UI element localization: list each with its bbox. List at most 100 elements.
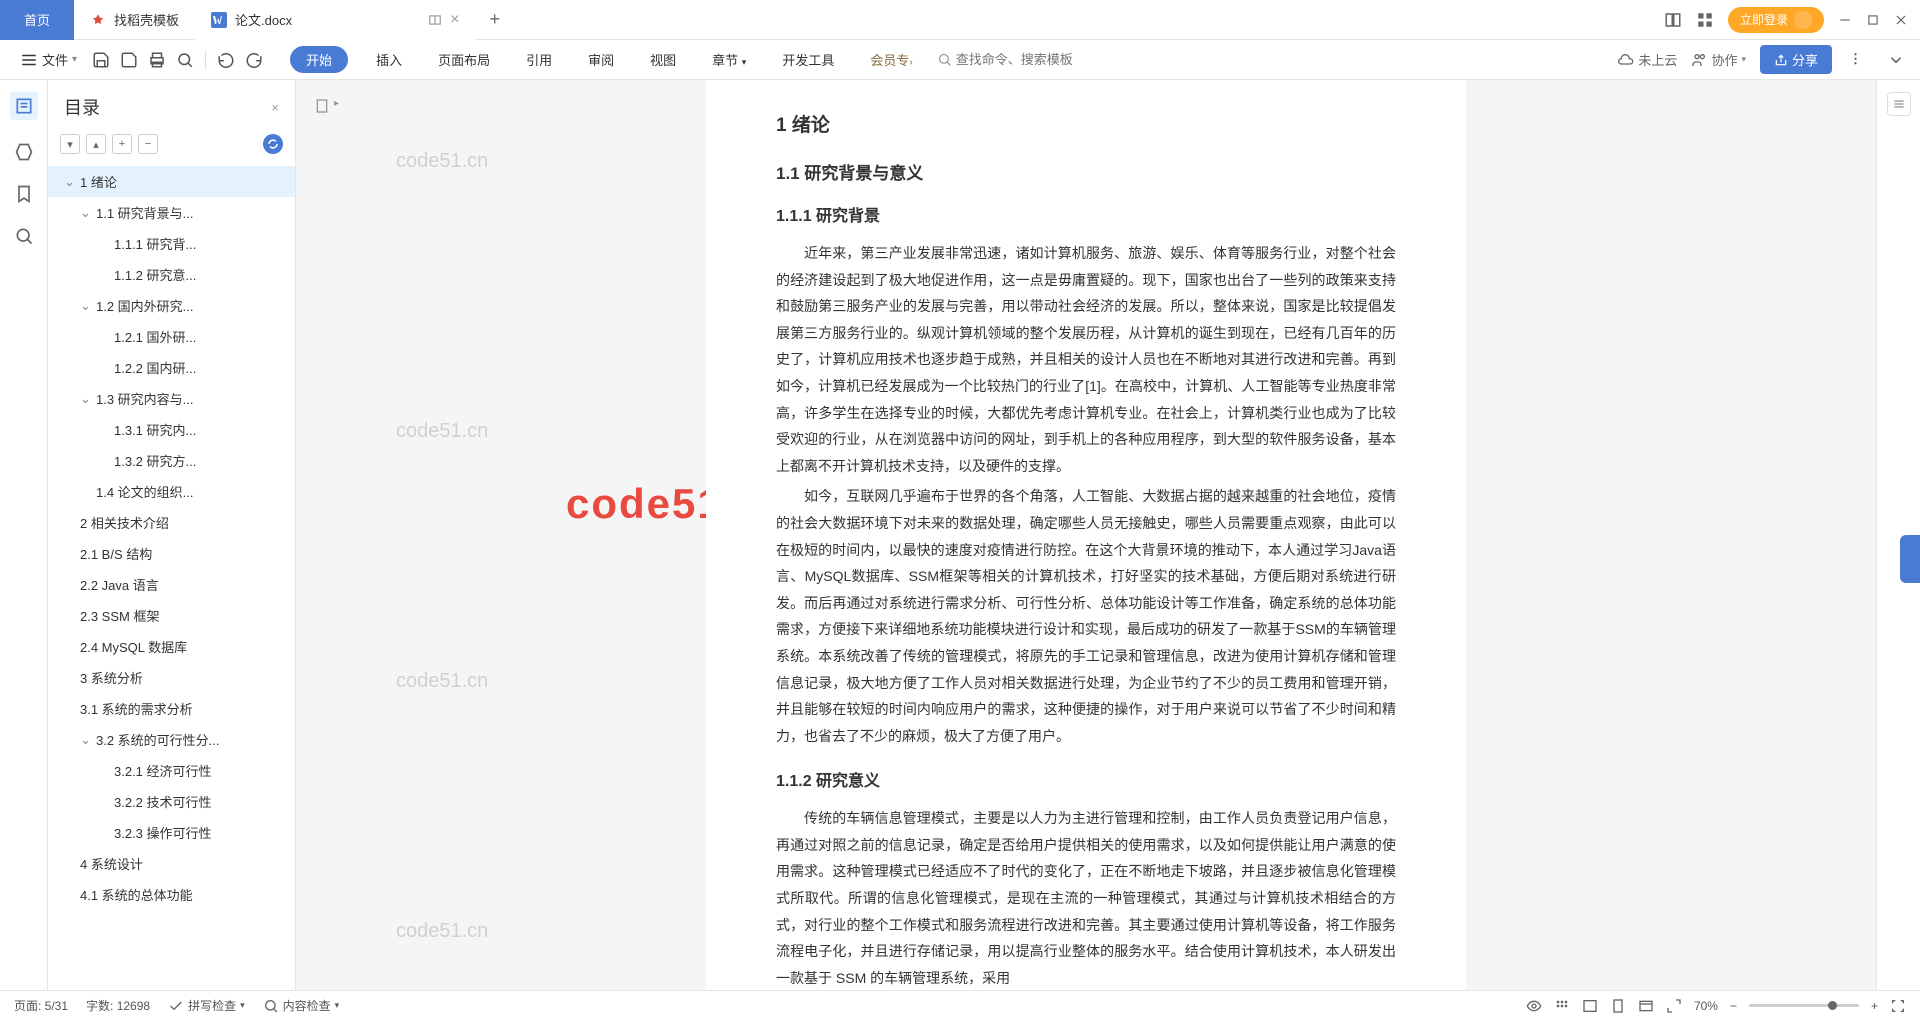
tree-item[interactable]: ⌄1 绪论	[48, 166, 295, 197]
ribbon-start[interactable]: 开始	[290, 46, 348, 73]
tree-item[interactable]: 1.3.1 研究内...	[48, 414, 295, 445]
tree-label: 2.1 B/S 结构	[80, 544, 152, 563]
maximize-icon[interactable]	[1866, 13, 1880, 27]
tree-item[interactable]: 3 系统分析	[48, 662, 295, 693]
reading-icon[interactable]	[1582, 998, 1598, 1014]
chevron-icon: ⌄	[80, 391, 94, 407]
redo-icon[interactable]	[245, 51, 263, 69]
ribbon-view[interactable]: 视图	[642, 46, 684, 73]
tree-item[interactable]: 4.1 系统的总体功能	[48, 879, 295, 910]
page-indicator[interactable]: 页面: 5/31	[14, 997, 68, 1014]
zoom-in-icon[interactable]: +	[1871, 999, 1878, 1013]
remove-item-icon[interactable]: −	[138, 134, 158, 154]
ribbon-review[interactable]: 审阅	[580, 46, 622, 73]
tree-label: 1 绪论	[80, 172, 117, 191]
watermark: code51.cn	[396, 920, 488, 943]
expand-all-icon[interactable]: ▴	[86, 134, 106, 154]
tree-item[interactable]: ⌄3.2 系统的可行性分...	[48, 724, 295, 755]
tab-document[interactable]: 论文.docx×	[195, 0, 475, 40]
grid-icon[interactable]	[1554, 998, 1570, 1014]
split-icon[interactable]	[428, 13, 442, 27]
tree-label: 4 系统设计	[80, 854, 143, 873]
outline-icon[interactable]	[10, 92, 38, 120]
collaborate-button[interactable]: 协作 ▾	[1691, 50, 1746, 69]
tree-item[interactable]: 1.2.2 国内研...	[48, 352, 295, 383]
zoom-value[interactable]: 70%	[1694, 999, 1718, 1013]
layout-icon[interactable]	[1664, 11, 1682, 29]
tree-item[interactable]: 3.2.2 技术可行性	[48, 786, 295, 817]
tree-item[interactable]: 2 相关技术介绍	[48, 507, 295, 538]
tree-item[interactable]: 2.2 Java 语言	[48, 569, 295, 600]
more-icon[interactable]: ⋮	[1849, 51, 1867, 69]
ribbon-section[interactable]: 章节 ▾	[704, 46, 754, 73]
word-count[interactable]: 字数: 12698	[86, 997, 150, 1014]
search-rail-icon[interactable]	[14, 226, 34, 246]
tree-label: 1.2.2 国内研...	[114, 358, 196, 377]
tree-label: 1.3.2 研究方...	[114, 451, 196, 470]
document-area[interactable]: ▸ code51.cn code51.cn code51.cn code51.c…	[296, 80, 1876, 990]
ribbon-vip[interactable]: 会员专›	[862, 46, 920, 73]
chevron-icon: ⌄	[64, 174, 78, 190]
close-window-icon[interactable]	[1894, 13, 1908, 27]
undo-icon[interactable]	[217, 51, 235, 69]
search-input[interactable]	[956, 52, 1132, 67]
tree-item[interactable]: 1.1.2 研究意...	[48, 259, 295, 290]
tree-item[interactable]: 2.4 MySQL 数据库	[48, 631, 295, 662]
spell-check[interactable]: 拼写检查 ▾	[168, 997, 245, 1014]
login-button[interactable]: 立即登录	[1728, 7, 1824, 33]
tree-item[interactable]: 4 系统设计	[48, 848, 295, 879]
cloud-status[interactable]: 未上云	[1618, 50, 1677, 69]
tree-item[interactable]: 1.4 论文的组织...	[48, 476, 295, 507]
tab-template[interactable]: 找稻壳模板	[74, 0, 195, 40]
right-toggle-icon[interactable]	[1887, 92, 1911, 116]
tree-item[interactable]: 3.1 系统的需求分析	[48, 693, 295, 724]
view-mode-icon[interactable]	[1526, 998, 1542, 1014]
tree-label: 3.2 系统的可行性分...	[96, 730, 220, 749]
side-tab[interactable]	[1900, 535, 1920, 583]
apps-icon[interactable]	[1696, 11, 1714, 29]
print-icon[interactable]	[148, 51, 166, 69]
tree-item[interactable]: ⌄1.1 研究背景与...	[48, 197, 295, 228]
close-icon[interactable]: ×	[450, 11, 459, 29]
tree-item[interactable]: 3.2.3 操作可行性	[48, 817, 295, 848]
tree-item[interactable]: 3.2.1 经济可行性	[48, 755, 295, 786]
tree-item[interactable]: ⌄1.2 国内外研究...	[48, 290, 295, 321]
preview-icon[interactable]	[176, 51, 194, 69]
minimize-icon[interactable]	[1838, 13, 1852, 27]
ribbon-references[interactable]: 引用	[518, 46, 560, 73]
fullscreen-icon[interactable]	[1890, 998, 1906, 1014]
ribbon-dev[interactable]: 开发工具	[774, 46, 842, 73]
tree-item[interactable]: ⌄1.3 研究内容与...	[48, 383, 295, 414]
zoom-slider[interactable]	[1749, 1004, 1859, 1007]
page-marker[interactable]: ▸	[314, 98, 339, 114]
tag-icon[interactable]	[14, 142, 34, 162]
collapse-all-icon[interactable]: ▾	[60, 134, 80, 154]
save-icon[interactable]	[92, 51, 110, 69]
ribbon-layout[interactable]: 页面布局	[430, 46, 498, 73]
tab-home[interactable]: 首页	[0, 0, 74, 40]
tree-item[interactable]: 2.1 B/S 结构	[48, 538, 295, 569]
share-button[interactable]: 分享	[1760, 45, 1832, 74]
outline-close-icon[interactable]: ×	[271, 100, 279, 115]
hamburger-menu[interactable]: 文件▾	[12, 50, 85, 69]
search-box[interactable]	[937, 52, 1132, 67]
sync-icon[interactable]	[263, 134, 283, 154]
page-icon[interactable]	[1610, 998, 1626, 1014]
web-icon[interactable]	[1638, 998, 1654, 1014]
tree-item[interactable]: 1.2.1 国外研...	[48, 321, 295, 352]
tree-item[interactable]: 1.1.1 研究背...	[48, 228, 295, 259]
heading-2: 1.1 研究背景与意义	[776, 159, 1396, 184]
zoom-out-icon[interactable]: −	[1730, 999, 1737, 1013]
bookmark-icon[interactable]	[14, 184, 34, 204]
ribbon-insert[interactable]: 插入	[368, 46, 410, 73]
collapse-icon[interactable]	[1887, 51, 1905, 69]
tree-item[interactable]: 1.3.2 研究方...	[48, 445, 295, 476]
save-as-icon[interactable]	[120, 51, 138, 69]
new-tab-button[interactable]: +	[475, 9, 514, 30]
add-item-icon[interactable]: +	[112, 134, 132, 154]
heading-3: 1.1.2 研究意义	[776, 767, 1396, 791]
fit-icon[interactable]	[1666, 998, 1682, 1014]
tree-label: 2 相关技术介绍	[80, 513, 169, 532]
tree-item[interactable]: 2.3 SSM 框架	[48, 600, 295, 631]
content-check[interactable]: 内容检查 ▾	[263, 997, 340, 1014]
